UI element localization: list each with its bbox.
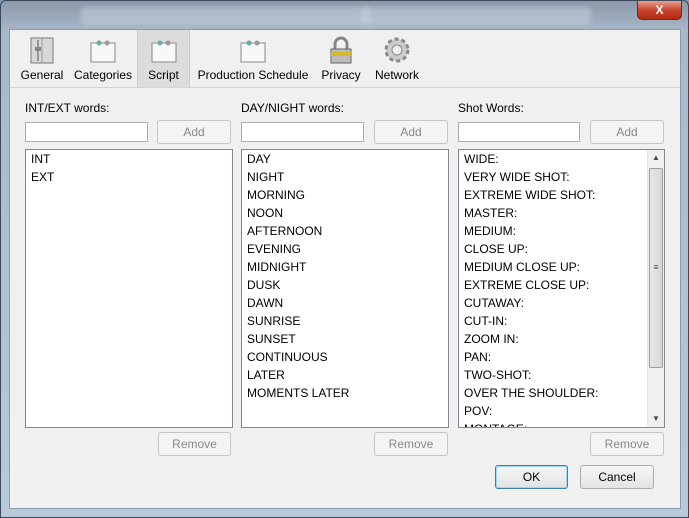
tab-script[interactable]: Script (137, 30, 190, 87)
scroll-up-arrow[interactable]: ▲ (648, 150, 664, 166)
list-item[interactable]: NOON (242, 204, 448, 222)
int-ext-input[interactable] (25, 122, 148, 142)
tab-label: Privacy (321, 68, 361, 82)
tab-label: Script (148, 68, 179, 82)
list-item[interactable]: ZOOM IN: (459, 330, 664, 348)
scroll-down-arrow[interactable]: ▼ (648, 411, 664, 427)
shot-words-add-button[interactable]: Add (590, 120, 664, 144)
list-item[interactable]: MOMENTS LATER (242, 384, 448, 402)
tab-privacy[interactable]: Privacy (316, 30, 366, 87)
tab-production-schedule[interactable]: Production Schedule (196, 30, 310, 87)
toolbar: General Categories Script Production Sch… (10, 30, 680, 88)
scrollbar-thumb[interactable]: ≡ (649, 168, 663, 368)
tab-label: General (20, 68, 64, 82)
list-item[interactable]: INT (26, 150, 232, 168)
gear-icon (384, 37, 410, 63)
tab-categories[interactable]: Categories (70, 30, 136, 87)
list-item[interactable]: VERY WIDE SHOT: (459, 168, 664, 186)
list-item[interactable]: EXT (26, 168, 232, 186)
folder-icon (240, 40, 266, 63)
list-item[interactable]: EXTREME WIDE SHOT: (459, 186, 664, 204)
list-item[interactable]: DAWN (242, 294, 448, 312)
list-item[interactable]: MIDNIGHT (242, 258, 448, 276)
tab-label: Network (374, 68, 419, 82)
shot-words-remove-button[interactable]: Remove (590, 432, 664, 456)
list-item[interactable]: LATER (242, 366, 448, 384)
shot-words-input[interactable] (458, 122, 580, 142)
preferences-dialog: General Categories Script Production Sch… (9, 29, 681, 509)
day-night-add-button[interactable]: Add (374, 120, 448, 144)
int-ext-add-button[interactable]: Add (157, 120, 231, 144)
day-night-label: DAY/NIGHT words: (241, 101, 344, 115)
int-ext-label: INT/EXT words: (25, 101, 110, 115)
sliders-icon (30, 37, 54, 64)
list-item[interactable]: OVER THE SHOULDER: (459, 384, 664, 402)
list-item[interactable]: SUNRISE (242, 312, 448, 330)
list-item[interactable]: MEDIUM: (459, 222, 664, 240)
list-item[interactable]: MASTER: (459, 204, 664, 222)
int-ext-list[interactable]: INT EXT (25, 149, 233, 428)
list-item[interactable]: PAN: (459, 348, 664, 366)
shot-words-label: Shot Words: (458, 101, 524, 115)
list-item[interactable]: CONTINUOUS (242, 348, 448, 366)
scrollbar[interactable]: ▲ ≡ ▼ (647, 150, 664, 427)
list-item[interactable]: WIDE: (459, 150, 664, 168)
tab-network[interactable]: Network (371, 30, 423, 87)
tab-label: Categories (73, 68, 133, 82)
int-ext-remove-button[interactable]: Remove (158, 432, 231, 456)
list-item[interactable]: EVENING (242, 240, 448, 258)
list-item[interactable]: CUTAWAY: (459, 294, 664, 312)
list-item[interactable]: MONTAGE: (459, 420, 664, 427)
tab-label: Production Schedule (197, 68, 309, 82)
close-button[interactable]: X (637, 1, 682, 20)
list-item[interactable]: DUSK (242, 276, 448, 294)
day-night-remove-button[interactable]: Remove (374, 432, 448, 456)
list-item[interactable]: CUT-IN: (459, 312, 664, 330)
list-item[interactable]: SUNSET (242, 330, 448, 348)
list-item[interactable]: NIGHT (242, 168, 448, 186)
list-item[interactable]: TWO-SHOT: (459, 366, 664, 384)
cancel-button[interactable]: Cancel (580, 465, 654, 489)
list-item[interactable]: AFTERNOON (242, 222, 448, 240)
background-blur (361, 7, 591, 25)
list-item[interactable]: CLOSE UP: (459, 240, 664, 258)
list-item[interactable]: EXTREME CLOSE UP: (459, 276, 664, 294)
list-item[interactable]: POV: (459, 402, 664, 420)
list-item[interactable]: MEDIUM CLOSE UP: (459, 258, 664, 276)
day-night-input[interactable] (241, 122, 364, 142)
background-blur (81, 7, 371, 25)
list-item[interactable]: MORNING (242, 186, 448, 204)
tab-general[interactable]: General (17, 30, 67, 87)
day-night-list[interactable]: DAY NIGHT MORNING NOON AFTERNOON EVENING MIDNI… (241, 149, 449, 428)
folder-icon (151, 40, 176, 63)
list-item[interactable]: DAY (242, 150, 448, 168)
folder-icon (90, 40, 116, 63)
lock-icon (330, 36, 352, 64)
shot-words-list[interactable]: WIDE: VERY WIDE SHOT: EXTREME WIDE SHOT: MA… (458, 149, 665, 428)
ok-button[interactable]: OK (495, 465, 568, 489)
